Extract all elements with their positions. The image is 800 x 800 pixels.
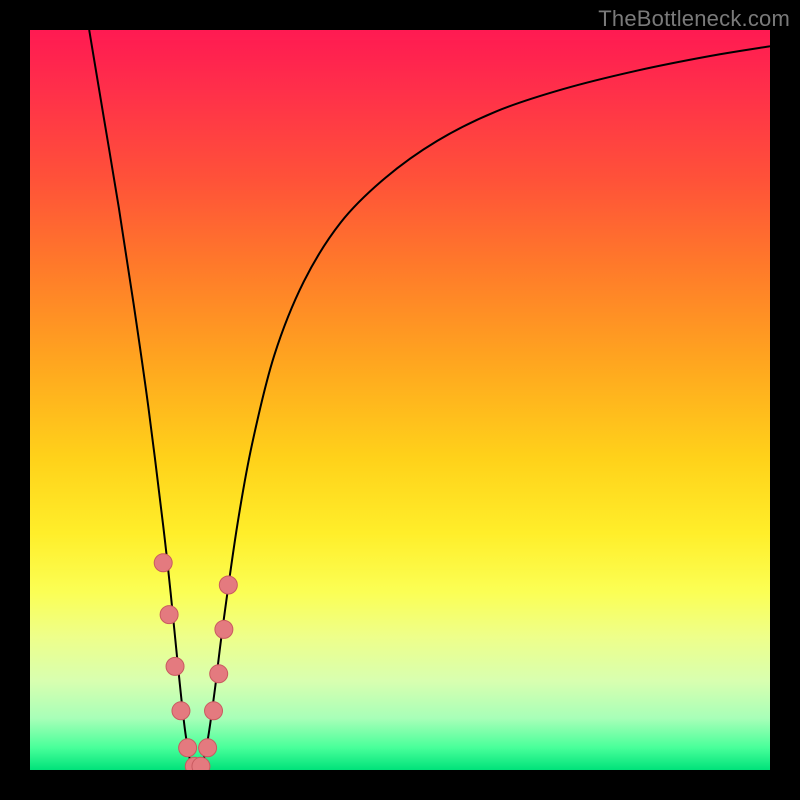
data-marker: [160, 606, 178, 624]
watermark-text: TheBottleneck.com: [598, 6, 790, 32]
data-marker: [215, 620, 233, 638]
data-marker: [210, 665, 228, 683]
chart-frame: [30, 30, 770, 770]
data-marker: [154, 554, 172, 572]
curve-line: [89, 30, 770, 770]
data-marker: [179, 739, 197, 757]
data-marker: [199, 739, 217, 757]
data-marker: [192, 757, 210, 770]
data-marker: [172, 702, 190, 720]
data-marker: [205, 702, 223, 720]
data-marker: [166, 657, 184, 675]
data-marker: [219, 576, 237, 594]
chart-svg: [30, 30, 770, 770]
